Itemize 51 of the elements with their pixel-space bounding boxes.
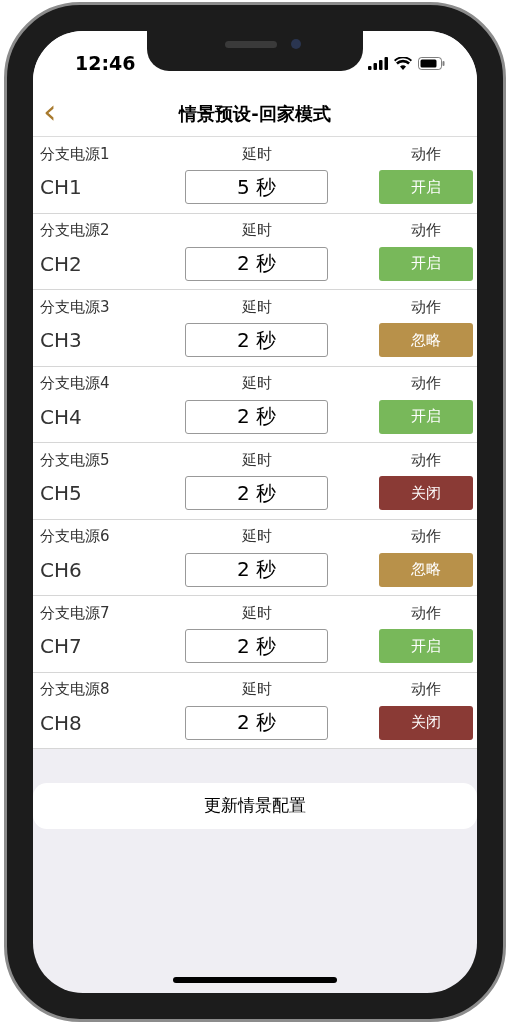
branch-label: 分支电源7	[40, 602, 111, 624]
delay-label: 延时	[240, 449, 273, 471]
delay-field[interactable]: 2 秒	[185, 246, 328, 281]
delay-label: 延时	[240, 220, 273, 242]
delay-label: 延时	[240, 679, 273, 701]
action-label: 动作	[410, 602, 442, 624]
channel-name: CH4	[40, 403, 83, 431]
delay-label: 延时	[240, 296, 273, 318]
wifi-icon	[394, 56, 412, 70]
speaker-icon	[225, 41, 277, 48]
delay-label: 延时	[240, 602, 273, 624]
branch-label: 分支电源4	[40, 373, 111, 395]
channel-name: CH2	[40, 250, 83, 278]
action-label: 动作	[410, 143, 442, 165]
signal-icon	[368, 56, 388, 70]
delay-field[interactable]: 2 秒	[185, 705, 328, 740]
channel-name: CH6	[40, 556, 83, 584]
update-button[interactable]: 更新情景配置	[33, 783, 477, 829]
delay-field[interactable]: 2 秒	[185, 323, 328, 357]
back-button[interactable]: ‹	[43, 93, 57, 134]
branch-label: 分支电源5	[40, 449, 111, 471]
channel-name: CH1	[40, 174, 83, 201]
branch-label: 分支电源2	[40, 220, 111, 242]
branch-label: 分支电源6	[40, 526, 111, 548]
action-button[interactable]: 关闭	[379, 705, 473, 740]
channel-name: CH5	[40, 480, 83, 507]
branch-label: 分支电源1	[40, 143, 111, 165]
delay-field[interactable]: 2 秒	[185, 552, 328, 587]
action-label: 动作	[410, 296, 442, 318]
action-label: 动作	[410, 679, 442, 701]
action-label: 动作	[410, 449, 442, 471]
action-label: 动作	[410, 526, 442, 548]
channel-name: CH7	[40, 633, 83, 660]
action-label: 动作	[410, 373, 442, 395]
page-title: 情景预设-回家模式	[179, 102, 331, 126]
delay-label: 延时	[240, 526, 273, 548]
camera-icon	[291, 39, 301, 49]
delay-label: 延时	[240, 143, 273, 165]
delay-field[interactable]: 2 秒	[185, 476, 328, 510]
action-label: 动作	[410, 220, 442, 242]
delay-label: 延时	[240, 373, 273, 395]
channel-name: CH8	[40, 709, 83, 737]
battery-icon	[418, 56, 445, 70]
delay-field[interactable]: 5 秒	[185, 170, 328, 204]
delay-field[interactable]: 2 秒	[185, 629, 328, 663]
channel-name: CH3	[40, 327, 83, 354]
branch-label: 分支电源8	[40, 679, 111, 701]
branch-label: 分支电源3	[40, 296, 111, 318]
delay-field[interactable]: 2 秒	[185, 399, 328, 434]
action-button[interactable]: 关闭	[379, 476, 473, 510]
status-time: 12:46	[75, 50, 136, 76]
